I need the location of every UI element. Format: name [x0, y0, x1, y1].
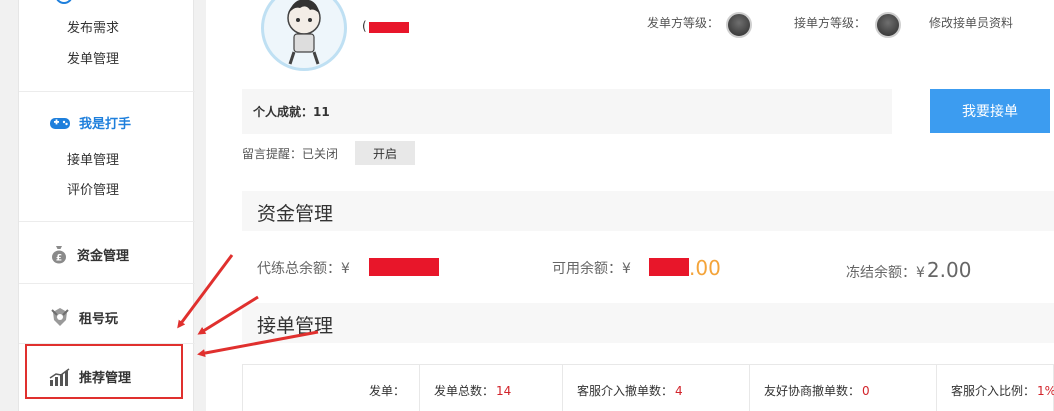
money-bag-icon: £ [49, 244, 69, 264]
available-balance-label: 可用余额：¥ [552, 261, 631, 277]
avatar[interactable] [261, 0, 347, 71]
enable-reminder-button[interactable]: 开启 [355, 141, 415, 165]
stat-label: 友好协商撤单数： [764, 384, 861, 398]
stat-value: 1% [1037, 384, 1054, 398]
available-balance-redaction [649, 258, 689, 276]
orders-section-title: 接单管理 [242, 303, 1054, 343]
sidebar-item-rent[interactable]: 租号玩 [49, 306, 118, 328]
main-content: ( 发单方等级： 接单方等级： 修改接单员资料 个人成就：11 我要接单 留言提… [206, 0, 1054, 411]
accept-order-button[interactable]: 我要接单 [930, 89, 1050, 133]
username-redaction [369, 22, 409, 33]
stat-cs-cancel: 客服介入撤单数： 4 [562, 365, 749, 411]
sidebar-item-order-management[interactable]: 发单管理 [67, 48, 119, 67]
taker-level-badge-icon [875, 12, 901, 38]
available-balance: 可用余额：¥ [552, 258, 633, 278]
total-balance-redaction [369, 258, 439, 276]
publish-icon-partial [55, 0, 73, 4]
total-balance: 代练总余额：¥ [257, 258, 352, 278]
sidebar-item-rent-label: 租号玩 [79, 311, 119, 327]
username-prefix: ( [362, 19, 367, 33]
stat-value: 4 [675, 384, 683, 398]
issuer-level-label: 发单方等级： [647, 16, 720, 30]
gamepad-icon [49, 115, 71, 131]
sidebar-item-player-label: 我是打手 [79, 117, 132, 132]
shield-crest-icon [49, 306, 71, 328]
stat-label: 发单总数： [434, 384, 495, 398]
sidebar-item-player[interactable]: 我是打手 [49, 113, 131, 132]
sidebar-section-player: 我是打手 接单管理 评价管理 [19, 92, 195, 222]
cartoon-boy-avatar [287, 0, 321, 65]
highlight-box [25, 344, 183, 399]
stat-label: 客服介入比例： [951, 384, 1036, 398]
stat-value: 14 [496, 384, 512, 398]
stat-cs-ratio: 客服介入比例：1% [936, 365, 1054, 411]
svg-text:£: £ [56, 254, 62, 264]
sidebar-section-funds: £ 资金管理 [19, 222, 195, 284]
issuer-level-badge-icon [726, 12, 752, 38]
total-balance-label: 代练总余额：¥ [257, 261, 350, 277]
frozen-balance-value: 2.00 [926, 258, 972, 282]
stat-friendly-cancel: 友好协商撤单数： 0 [749, 365, 936, 411]
sidebar-item-funds-label: 资金管理 [77, 248, 130, 264]
sidebar-section-rent: 租号玩 [19, 284, 195, 344]
achievement-bar: 个人成就：11 [242, 89, 892, 134]
page: 发布需求 发单管理 我是打手 接单管理 评价管理 £ 资金管理 租号玩 推荐管理… [0, 0, 1054, 411]
stat-value: 0 [862, 384, 870, 398]
available-balance-partial-digits: .00 [689, 256, 721, 280]
taker-level-label: 接单方等级： [794, 16, 867, 30]
sidebar-item-publish-request[interactable]: 发布需求 [67, 17, 119, 36]
orders-stats-table: 发单： 发单总数： 14 客服介入撤单数： 4 友好协商撤单数： 0 客服介入比例： 1… [242, 364, 1054, 411]
stat-total-orders: 发单总数： 14 [419, 365, 562, 411]
frozen-balance-label: 冻结余额：¥ [846, 265, 925, 281]
stat-label: 客服介入撤单数： [577, 384, 674, 398]
edit-profile-link[interactable]: 修改接单员资料 [929, 14, 1013, 31]
orders-row-label: 发单： [368, 384, 405, 398]
sidebar-item-accept-management[interactable]: 接单管理 [67, 149, 119, 168]
sidebar-item-review-management[interactable]: 评价管理 [67, 179, 119, 198]
message-reminder-status: 留言提醒：已关闭 [242, 147, 339, 161]
sidebar-section-publish: 发布需求 发单管理 [19, 0, 195, 92]
frozen-balance: 冻结余额：¥ 2.00 [846, 258, 971, 282]
funds-section-title: 资金管理 [242, 191, 1054, 231]
sidebar-item-funds[interactable]: £ 资金管理 [49, 244, 129, 264]
